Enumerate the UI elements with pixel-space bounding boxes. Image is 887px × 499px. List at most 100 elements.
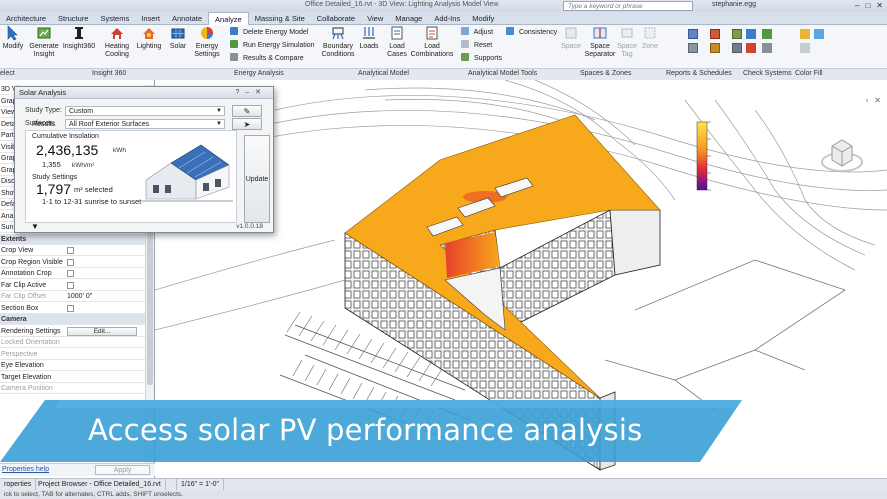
graph-icon[interactable]	[710, 43, 720, 53]
check-duct-icon[interactable]	[746, 29, 756, 39]
study-type-select[interactable]: Custom ▼	[65, 106, 225, 116]
panel-analytical-model-tools-label: Analytical Model Tools	[468, 70, 538, 77]
schedule-icon[interactable]	[688, 29, 698, 39]
check-pipe-icon[interactable]	[762, 29, 772, 39]
list-icon[interactable]	[732, 43, 742, 53]
table-icon[interactable]	[688, 43, 698, 53]
update-button[interactable]: Update	[244, 135, 270, 223]
tab-modify[interactable]: Modify	[466, 12, 500, 25]
consistency-button[interactable]: Consistency	[506, 27, 557, 37]
run-energy-simulation-button[interactable]: Run Energy Simulation	[230, 40, 315, 50]
date-range-text: 1-1 to 12-31 sunrise to sunset	[42, 197, 142, 206]
load-combinations-button[interactable]: Load Combinations	[410, 25, 454, 59]
dialog-title-bar[interactable]: Solar Analysis ?–✕	[15, 87, 273, 99]
tab-structure[interactable]: Structure	[52, 12, 94, 25]
space-separator-button[interactable]: Space Separator	[584, 25, 616, 59]
user-name[interactable]: stephanie.egg	[712, 1, 756, 8]
loads-button[interactable]: Loads	[358, 25, 380, 51]
color-scheme-icon[interactable]	[800, 43, 810, 53]
version-text: v1.0.0.18	[236, 223, 263, 230]
energy-settings-button[interactable]: Energy Settings	[192, 25, 222, 59]
property-checkbox[interactable]	[67, 247, 74, 254]
property-value[interactable]: 1000' 0"	[67, 291, 92, 301]
property-section[interactable]: Camera	[0, 314, 145, 325]
close-dialog-icon[interactable]: ✕	[255, 89, 267, 96]
cumulative-insolation-unit: kWh	[113, 147, 126, 154]
search-input[interactable]: Type a keyword or phrase	[563, 1, 693, 11]
properties-help-link[interactable]: Properties help	[2, 466, 49, 473]
results-compare-button[interactable]: Results & Compare	[230, 53, 304, 63]
space-tag-button[interactable]: Space Tag	[616, 25, 638, 59]
minimize-icon[interactable]: –	[855, 1, 859, 10]
quantities-icon[interactable]	[710, 29, 720, 39]
solar-panel-icon	[171, 28, 185, 39]
boundary-conditions-button[interactable]: Boundary Conditions	[318, 25, 358, 59]
select-dropdown[interactable]: elect	[0, 70, 15, 77]
tab-analyze[interactable]: Analyze	[208, 12, 249, 25]
maximize-icon[interactable]: □	[865, 1, 870, 10]
property-key: Locked Orientation	[1, 339, 60, 346]
cursor-arrow-icon	[7, 25, 18, 41]
tab-architecture[interactable]: Architecture	[0, 12, 52, 25]
zone-button[interactable]: Zone	[640, 25, 660, 51]
project-browser-tab[interactable]: Project Browser - Office Detailed_16.rvt	[34, 479, 166, 490]
close-view-icon[interactable]: ✕	[874, 96, 881, 105]
lighting-button[interactable]: Lighting	[134, 25, 164, 51]
property-row: Perspective	[0, 349, 145, 360]
consistency-label: Consistency	[518, 29, 558, 36]
surfaces-value: All Roof Exterior Surfaces	[69, 121, 150, 128]
load-cases-button[interactable]: Load Cases	[384, 25, 410, 59]
property-checkbox[interactable]	[67, 270, 74, 277]
tab-insert[interactable]: Insert	[135, 12, 166, 25]
energy-settings-label: Energy Settings	[194, 43, 220, 58]
pipe-legend-icon[interactable]	[814, 29, 824, 39]
ribbon-panel-labels: elect Insight 360 Energy Analysis Analyt…	[0, 68, 887, 80]
solar-button[interactable]: Solar	[166, 25, 190, 51]
study-type-label: Study Type:	[25, 107, 62, 114]
heating-cooling-button[interactable]: Heating Cooling	[102, 25, 132, 59]
help-icon[interactable]: ?	[235, 89, 245, 96]
ribbon-tabs: Architecture Structure Systems Insert Annota…	[0, 12, 887, 25]
generate-insight-button[interactable]: Generate Insight	[28, 25, 60, 59]
close-icon[interactable]: ✕	[876, 1, 883, 10]
delete-energy-model-button[interactable]: Delete Energy Model	[230, 27, 308, 37]
property-checkbox[interactable]	[67, 281, 74, 289]
tab-systems[interactable]: Systems	[94, 12, 135, 25]
tab-massing-site[interactable]: Massing & Site	[249, 12, 311, 25]
property-section[interactable]: Extents	[0, 233, 145, 245]
expand-triangle-icon[interactable]: ▼	[31, 222, 39, 231]
minimize-dialog-icon[interactable]: –	[245, 89, 255, 96]
tab-annotate[interactable]: Annotate	[166, 12, 208, 25]
generate-insight-icon	[37, 27, 51, 39]
tab-view[interactable]: View	[361, 12, 389, 25]
modify-button[interactable]: Modify	[0, 25, 26, 51]
property-checkbox[interactable]	[67, 304, 74, 312]
lighting-icon	[143, 28, 155, 39]
tab-manage[interactable]: Manage	[389, 12, 428, 25]
duct-legend-icon[interactable]	[800, 29, 810, 39]
property-checkbox[interactable]	[67, 258, 74, 266]
view-scale[interactable]: 1/16" = 1'-0"	[176, 479, 225, 490]
properties-tab[interactable]: roperties	[0, 479, 37, 490]
edit-button[interactable]: Edit...	[67, 326, 137, 336]
zone-label: Zone	[642, 43, 658, 50]
check-panel-icon[interactable]	[762, 43, 772, 53]
site-road	[604, 259, 846, 411]
surfaces-select[interactable]: All Roof Exterior Surfaces ▼	[65, 119, 225, 129]
adjust-button[interactable]: Adjust	[461, 27, 493, 37]
apply-button[interactable]: Apply	[95, 465, 150, 475]
study-settings-button[interactable]: ✎	[232, 105, 262, 117]
space-button[interactable]: Space	[560, 25, 582, 51]
property-row: Camera Position	[0, 383, 145, 394]
restore-icon[interactable]: ▫	[865, 96, 868, 105]
check-circuit-icon[interactable]	[746, 43, 756, 53]
reset-button[interactable]: Reset	[461, 40, 492, 50]
report-icon[interactable]	[732, 29, 742, 39]
insight360-button[interactable]: Insight360	[62, 25, 96, 51]
selected-area-unit: m² selected	[74, 185, 113, 194]
pick-surfaces-button[interactable]: ➤	[232, 118, 262, 130]
tab-add-ins[interactable]: Add-Ins	[428, 12, 466, 25]
viewcube-icon[interactable]	[820, 132, 864, 176]
tab-collaborate[interactable]: Collaborate	[311, 12, 361, 25]
supports-button[interactable]: Supports	[461, 53, 502, 63]
